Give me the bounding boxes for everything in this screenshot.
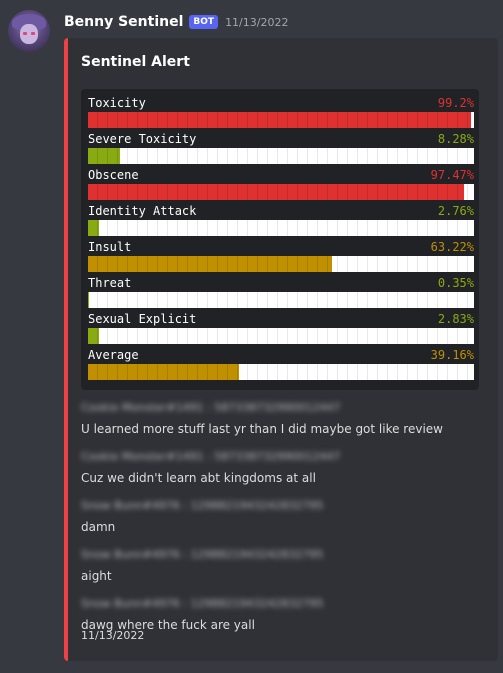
score-bar bbox=[88, 148, 474, 164]
score-value: 97.47% bbox=[430, 168, 474, 182]
bot-badge: BOT bbox=[189, 15, 219, 29]
score-bar-fill bbox=[88, 256, 333, 272]
score-average: Average 39.16% bbox=[88, 346, 474, 380]
alert-embed: Sentinel Alert Toxicity 99.2% Severe Tox… bbox=[64, 38, 498, 661]
score-toxicity: Toxicity 99.2% bbox=[88, 94, 474, 128]
embed-footer-timestamp: 11/13/2022 bbox=[81, 629, 145, 642]
message-timestamp: 11/13/2022 bbox=[225, 15, 289, 29]
message-author: Snow Bunn#4976 : 1298821943242832795 bbox=[81, 548, 324, 561]
score-label: Insult bbox=[88, 240, 132, 254]
message-text: U learned more stuff last yr than I did … bbox=[81, 422, 443, 436]
message-author: Snow Bunn#4976 : 1298821943242832795 bbox=[81, 597, 324, 610]
score-bar bbox=[88, 292, 474, 308]
flagged-message: Cookie Monster#1491 : 587338732990012447… bbox=[81, 400, 486, 437]
message-author: Cookie Monster#1491 : 587338732990012447 bbox=[81, 450, 341, 463]
embed-title: Sentinel Alert bbox=[81, 54, 190, 70]
message-author: Snow Bunn#4976 : 1298821943242832795 bbox=[81, 499, 324, 512]
score-bar-fill bbox=[88, 292, 90, 308]
score-label: Identity Attack bbox=[88, 204, 197, 218]
score-bar-fill bbox=[88, 148, 120, 164]
embed-accent-bar bbox=[64, 38, 68, 661]
score-value: 2.76% bbox=[437, 204, 474, 218]
score-obscene: Obscene 97.47% bbox=[88, 166, 474, 200]
message-author: Cookie Monster#1491 : 587338732990012447 bbox=[81, 401, 341, 414]
score-value: 2.83% bbox=[437, 312, 474, 326]
score-label: Sexual Explicit bbox=[88, 312, 197, 326]
score-value: 8.28% bbox=[437, 132, 474, 146]
score-severe-toxicity: Severe Toxicity 8.28% bbox=[88, 130, 474, 164]
score-bar-fill bbox=[88, 328, 99, 344]
score-value: 0.35% bbox=[437, 276, 474, 290]
score-value: 99.2% bbox=[437, 96, 474, 110]
score-identity-attack: Identity Attack 2.76% bbox=[88, 202, 474, 236]
score-value: 39.16% bbox=[430, 348, 474, 362]
message-text: aight bbox=[81, 569, 112, 583]
avatar-eye-right bbox=[31, 32, 35, 35]
flagged-message: Snow Bunn#4976 : 1298821943242832795 dam… bbox=[81, 498, 486, 535]
score-threat: Threat 0.35% bbox=[88, 274, 474, 308]
bot-avatar[interactable] bbox=[8, 10, 50, 52]
score-label: Toxicity bbox=[88, 96, 146, 110]
score-label: Threat bbox=[88, 276, 132, 290]
flagged-message: Snow Bunn#4976 : 1298821943242832795 daw… bbox=[81, 596, 486, 633]
avatar-eye-left bbox=[23, 32, 27, 35]
score-label: Severe Toxicity bbox=[88, 132, 197, 146]
message-text: damn bbox=[81, 520, 116, 534]
score-insult: Insult 63.22% bbox=[88, 238, 474, 272]
score-bar-fill bbox=[88, 364, 240, 380]
username[interactable]: Benny Sentinel bbox=[64, 14, 183, 30]
score-label: Obscene bbox=[88, 168, 139, 182]
score-bar bbox=[88, 364, 474, 380]
flagged-messages: Cookie Monster#1491 : 587338732990012447… bbox=[81, 400, 486, 645]
score-bar bbox=[88, 184, 474, 200]
score-bar bbox=[88, 112, 474, 128]
score-label: Average bbox=[88, 348, 139, 362]
flagged-message: Snow Bunn#4976 : 1298821943242832795 aig… bbox=[81, 547, 486, 584]
score-bar-fill bbox=[88, 184, 465, 200]
score-bar-fill bbox=[88, 112, 471, 128]
score-sexual-explicit: Sexual Explicit 2.83% bbox=[88, 310, 474, 344]
score-bar-fill bbox=[88, 220, 99, 236]
score-bar bbox=[88, 256, 474, 272]
score-bar bbox=[88, 220, 474, 236]
score-bar bbox=[88, 328, 474, 344]
message-text: Cuz we didn't learn abt kingdoms at all bbox=[81, 471, 316, 485]
message-header: Benny Sentinel BOT 11/13/2022 bbox=[64, 12, 288, 32]
flagged-message: Cookie Monster#1491 : 587338732990012447… bbox=[81, 449, 486, 486]
score-value: 63.22% bbox=[430, 240, 474, 254]
score-code-block: Toxicity 99.2% Severe Toxicity 8.28% Obs… bbox=[81, 89, 479, 390]
